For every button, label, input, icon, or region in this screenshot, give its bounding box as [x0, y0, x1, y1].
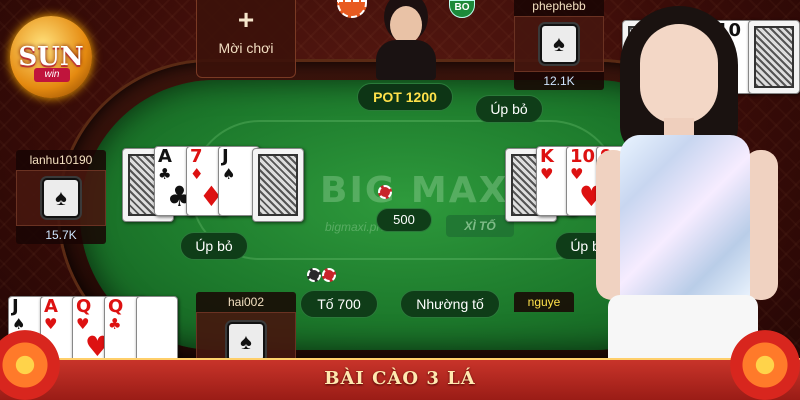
raise-button[interactable]: Tố 700	[300, 290, 378, 318]
sunwin-logo: SUN win	[10, 16, 92, 98]
card-suit: ♥	[44, 315, 58, 333]
playing-card	[136, 296, 178, 366]
watermark-brand: BIG MAX	[320, 170, 509, 211]
pot-display: POT 1200	[357, 83, 453, 111]
card-rank: A	[158, 146, 172, 167]
card-suit: ♣	[108, 315, 122, 333]
player-seat: ♠	[16, 170, 106, 226]
logo-subtext: win	[34, 68, 70, 82]
center-bet: 500	[376, 208, 432, 232]
model-top	[620, 135, 750, 305]
fold-badge-top: Úp bỏ	[475, 95, 543, 123]
dealer-head	[390, 6, 422, 44]
card-rank: Q	[76, 296, 92, 317]
watermark-badge: XÌ TỐ	[446, 215, 514, 237]
dealer-avatar	[370, 0, 440, 84]
game-screen: BIG MAX bigmaxi.pro XÌ TỐ SUN win + Mời …	[0, 0, 800, 400]
card-back	[252, 148, 304, 222]
card-rank: K	[540, 146, 554, 167]
player-chips: 15.7K	[16, 226, 106, 244]
dealer-body	[376, 40, 436, 80]
card-suit: ♥	[540, 165, 554, 183]
spade-icon: ♠	[42, 178, 80, 218]
chip-icon	[307, 268, 321, 282]
flower-decoration	[730, 330, 800, 400]
title-banner: BÀI CÀO 3 LÁ	[0, 358, 800, 400]
plus-icon: +	[237, 4, 255, 35]
chip-icon	[322, 268, 336, 282]
chip-icon	[378, 185, 392, 199]
player-name: hai002	[196, 292, 296, 312]
card-rank: Q	[108, 296, 124, 317]
check-button[interactable]: Nhường tố	[400, 290, 500, 318]
fold-badge-left: Úp bỏ	[180, 232, 248, 260]
card-rank: J	[12, 296, 19, 317]
invite-button[interactable]: + Mời chơi	[196, 0, 296, 78]
player-left[interactable]: lanhu10190 ♠ 15.7K	[16, 150, 106, 244]
model-face	[640, 24, 718, 124]
invite-label: Mời chơi	[218, 40, 274, 56]
card-rank: J	[222, 146, 229, 167]
spade-icon: ♠	[227, 322, 265, 362]
card-rank: A	[44, 296, 58, 317]
card-rank: 7	[190, 146, 203, 167]
player-name: lanhu10190	[16, 150, 106, 170]
card-suit: ♠	[222, 165, 236, 183]
banner-title: BÀI CÀO 3 LÁ	[324, 368, 476, 389]
